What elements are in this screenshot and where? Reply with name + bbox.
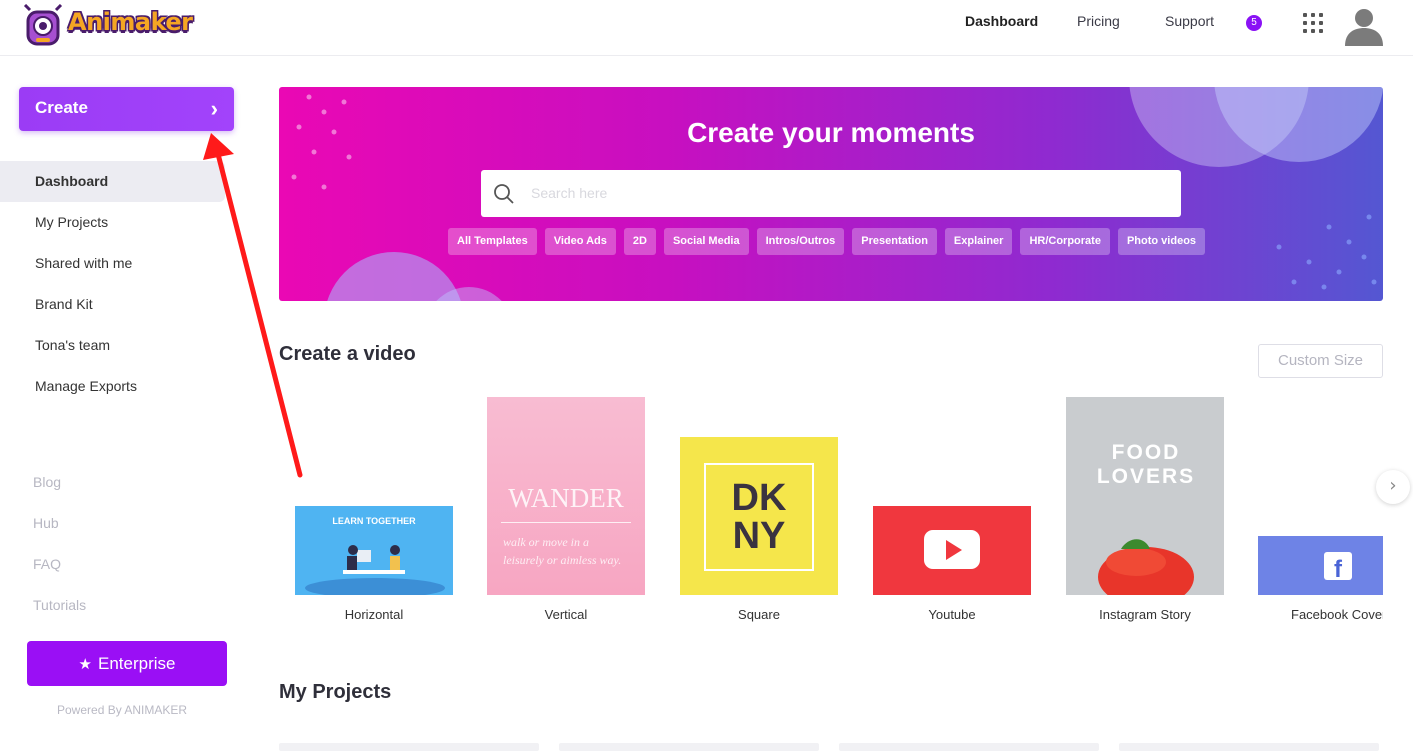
people-illustration [305, 545, 445, 595]
square-label: Square [738, 607, 780, 622]
custom-size-button[interactable]: Custom Size [1258, 344, 1383, 378]
square-format-card[interactable]: DK NY [680, 437, 838, 595]
facebook-icon: f [1324, 552, 1352, 583]
animaker-mascot-icon [23, 4, 63, 46]
category-chips: All Templates Video Ads 2D Social Media … [448, 228, 1206, 255]
enterprise-label: Enterprise [97, 654, 176, 673]
horizontal-label: Horizontal [344, 607, 404, 622]
horizontal-format-card[interactable]: LEARN TOGETHER [295, 506, 453, 595]
chip-2d[interactable]: 2D [623, 228, 656, 255]
youtube-format-card[interactable] [873, 506, 1031, 595]
project-card[interactable] [559, 743, 819, 751]
create-video-title: Create a video [279, 343, 416, 365]
chip-photo-videos[interactable]: Photo videos [1117, 228, 1206, 255]
sidebar-item-manage-exports[interactable]: Manage Exports [0, 366, 225, 407]
divider [501, 522, 631, 523]
tomato-illustration [1098, 539, 1194, 595]
chip-all-templates[interactable]: All Templates [448, 228, 537, 255]
sidebar-item-shared-with-me[interactable]: Shared with me [0, 243, 225, 284]
project-card[interactable] [1119, 743, 1379, 751]
vertical-thumb-title: WANDER [508, 483, 624, 513]
chip-intros-outros[interactable]: Intros/Outros [756, 228, 845, 255]
nav-pricing[interactable]: Pricing [1077, 13, 1120, 29]
vertical-thumb-subtitle: walk or move in a leisurely or aimless w… [503, 535, 622, 567]
user-avatar[interactable] [1343, 4, 1385, 46]
sidebar-item-team[interactable]: Tona's team [0, 325, 225, 366]
apps-grid-icon[interactable] [1303, 13, 1323, 33]
powered-by: Powered By ANIMAKER [57, 703, 188, 717]
hero-banner: Create your moments All Templates Video … [279, 87, 1383, 301]
sidebar-link-faq[interactable]: FAQ [33, 556, 61, 572]
instagram-story-label: Instagram Story [1099, 607, 1191, 622]
project-card[interactable] [279, 743, 539, 751]
chip-explainer[interactable]: Explainer [944, 228, 1013, 255]
chevron-right-icon: › [1389, 475, 1397, 496]
sidebar-link-hub[interactable]: Hub [33, 515, 59, 531]
top-bar: Animaker Dashboard Pricing Support 5 [0, 0, 1413, 56]
vertical-format-card[interactable]: WANDER walk or move in a leisurely or ai… [487, 397, 645, 595]
logo-wordmark: Animaker [68, 8, 193, 36]
youtube-play-icon [924, 530, 980, 569]
hero-title: Create your moments [687, 117, 975, 148]
square-thumb-text: DK NY [731, 477, 787, 557]
create-button-label: Create [35, 98, 88, 117]
chip-presentation[interactable]: Presentation [852, 228, 937, 255]
star-icon: ★ [78, 656, 92, 673]
search-box[interactable] [481, 170, 1181, 217]
chevron-right-icon: › [210, 96, 218, 121]
my-projects-title: My Projects [279, 681, 392, 703]
project-card[interactable] [839, 743, 1099, 751]
search-input[interactable] [531, 182, 1151, 204]
search-icon [494, 184, 514, 204]
animaker-logo[interactable]: Animaker [22, 2, 193, 50]
chip-social-media[interactable]: Social Media [663, 228, 749, 255]
chip-hr-corporate[interactable]: HR/Corporate [1020, 228, 1110, 255]
chip-video-ads[interactable]: Video Ads [544, 228, 616, 255]
enterprise-button[interactable]: ★ Enterprise [27, 641, 227, 686]
sidebar-item-dashboard[interactable]: Dashboard [0, 161, 225, 202]
facebook-cover-format-card[interactable]: f [1258, 536, 1383, 595]
facebook-cover-label: Facebook Cover [1291, 607, 1383, 622]
svg-text:f: f [1334, 556, 1343, 583]
sidebar-link-tutorials[interactable]: Tutorials [33, 597, 86, 613]
sidebar-item-my-projects[interactable]: My Projects [0, 202, 225, 243]
notification-badge[interactable]: 5 [1246, 15, 1262, 31]
nav-support[interactable]: Support [1165, 13, 1214, 29]
sidebar-item-brand-kit[interactable]: Brand Kit [0, 284, 225, 325]
instagram-story-format-card[interactable]: FOOD LOVERS [1066, 397, 1224, 595]
vertical-label: Vertical [544, 607, 588, 622]
sidebar-link-blog[interactable]: Blog [33, 474, 61, 490]
nav-dashboard[interactable]: Dashboard [965, 13, 1038, 29]
youtube-label: Youtube [928, 607, 976, 622]
create-button[interactable]: Create › [19, 87, 234, 131]
carousel-next-button[interactable]: › [1376, 470, 1410, 504]
